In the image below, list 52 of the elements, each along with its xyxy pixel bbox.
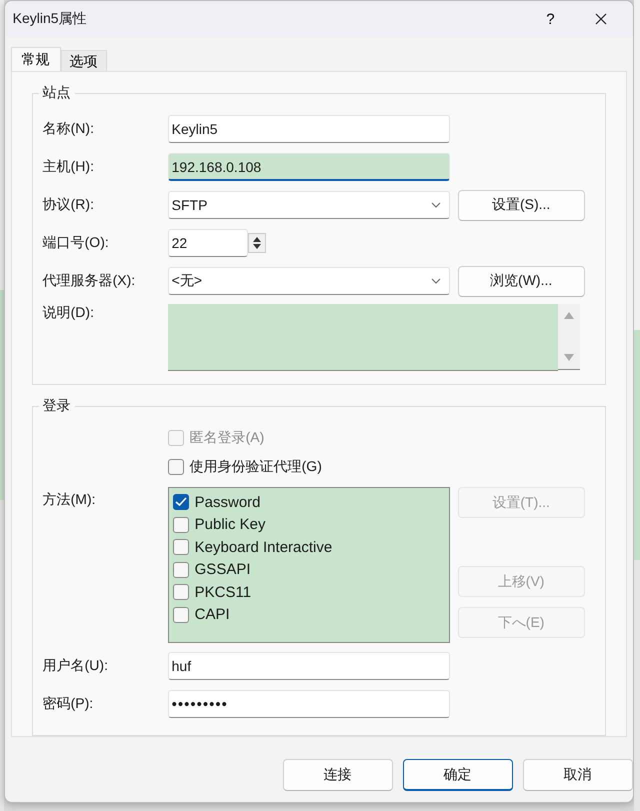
text-field[interactable]: 192.168.0.108 xyxy=(168,153,450,181)
field-label: 方法(M): xyxy=(42,490,97,509)
username-field[interactable]: huf xyxy=(168,652,450,680)
method-checkbox[interactable]: PKCS11 xyxy=(172,581,445,604)
checkbox[interactable]: 使用身份验证代理(G) xyxy=(168,458,322,476)
password-field[interactable]: ••••••••• xyxy=(168,690,450,718)
method-checkbox[interactable]: CAPI xyxy=(172,604,445,626)
tab[interactable]: 常规 xyxy=(10,47,61,71)
method-checkbox[interactable]: Keyboard Interactive xyxy=(172,536,445,558)
checkbox-box[interactable] xyxy=(172,539,189,556)
field-label: 密码(P): xyxy=(42,695,94,713)
method-checkbox[interactable]: Public Key xyxy=(172,514,445,536)
field-label: 协议(R): xyxy=(42,196,95,214)
up-arrow-icon xyxy=(564,312,574,319)
chevron-down-icon xyxy=(430,278,441,284)
field-label: 说明(D): xyxy=(42,304,95,322)
method-checkbox[interactable]: GSSAPI xyxy=(172,558,445,581)
field-label: 用户名(U): xyxy=(42,657,109,675)
group-title: 登录 xyxy=(42,397,72,415)
down-arrow-icon xyxy=(564,354,574,361)
close-icon[interactable] xyxy=(594,13,607,25)
dropdown[interactable]: SFTP xyxy=(168,191,450,219)
method-checkbox[interactable]: Password xyxy=(172,491,445,514)
scrollbar[interactable] xyxy=(558,304,580,370)
checkbox-box[interactable] xyxy=(172,562,189,578)
chevron-down-icon xyxy=(430,202,441,208)
dialog-button[interactable]: 设置(S)... xyxy=(458,190,585,220)
field-label: 名称(N): xyxy=(42,120,95,138)
dialog-button[interactable]: 浏览(W)... xyxy=(458,266,585,296)
text-field[interactable]: Keylin5 xyxy=(168,115,450,143)
checkbox-box[interactable] xyxy=(172,494,189,510)
field-label: 端口号(O): xyxy=(42,234,110,252)
dialog-button[interactable]: 取消 xyxy=(522,759,633,791)
checkbox-box[interactable] xyxy=(172,606,189,623)
spin-buttons[interactable] xyxy=(248,233,266,253)
window-title: Keylin5属性 xyxy=(12,10,87,28)
up-arrow-icon xyxy=(252,237,261,242)
field-label: 代理服务器(X): xyxy=(42,272,136,290)
dropdown[interactable]: <无> xyxy=(168,267,450,295)
field-label: 主机(H): xyxy=(42,158,95,176)
checkbox-box[interactable] xyxy=(168,458,184,474)
description-field[interactable] xyxy=(168,304,558,371)
tab[interactable]: 选项 xyxy=(60,50,107,71)
group-title: 站点 xyxy=(42,84,72,102)
dialog-button[interactable]: 连接 xyxy=(282,759,393,791)
checkbox-box[interactable] xyxy=(172,584,189,600)
checkbox-box[interactable] xyxy=(172,516,189,533)
down-arrow-icon xyxy=(252,244,261,249)
method-list[interactable]: Password Public Key Keyboard Interactive GSSAPI PKCS11 CAPI xyxy=(168,487,450,643)
number-field[interactable]: 22 xyxy=(168,229,248,257)
help-button[interactable]: ? xyxy=(546,10,555,28)
dialog-button[interactable]: 确定 xyxy=(402,759,513,791)
